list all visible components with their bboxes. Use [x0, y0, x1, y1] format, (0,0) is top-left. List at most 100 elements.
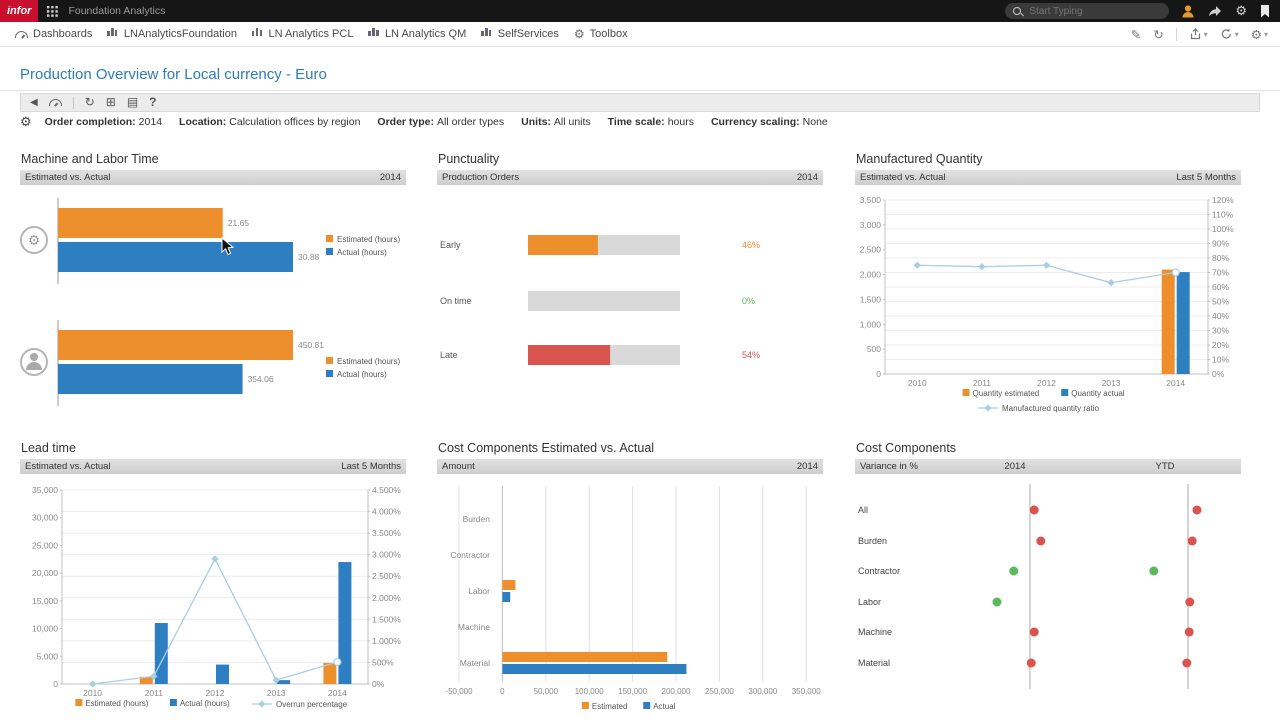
infor-logo[interactable]: infor: [0, 0, 38, 22]
filter-label: Order completion:: [45, 116, 136, 128]
tab-selfservices[interactable]: SelfServices: [481, 28, 559, 40]
svg-text:90%: 90%: [1212, 239, 1229, 249]
share-icon[interactable]: [1208, 5, 1222, 17]
panel-header-right: Last 5 Months: [1176, 172, 1236, 183]
panel-header: Estimated vs. Actual Last 5 Months: [855, 170, 1241, 185]
filter-units[interactable]: Units:All units: [521, 116, 591, 128]
svg-text:2014: 2014: [328, 688, 347, 698]
svg-text:300,000: 300,000: [748, 687, 777, 696]
search-icon: [1013, 7, 1021, 15]
svg-text:2013: 2013: [1102, 378, 1121, 388]
svg-text:2012: 2012: [1037, 378, 1056, 388]
sync-menu[interactable]: ▾: [1220, 28, 1239, 40]
svg-text:0: 0: [53, 679, 58, 689]
user-icon[interactable]: [1181, 4, 1195, 18]
lead-time-chart: 05,00010,00015,00020,00025,00030,00035,0…: [20, 474, 406, 714]
panel-header-left: Variance in %: [860, 461, 918, 472]
svg-text:Quantity estimated: Quantity estimated: [973, 389, 1040, 398]
svg-text:3.000%: 3.000%: [372, 550, 401, 560]
divider: [73, 97, 74, 109]
svg-text:4.500%: 4.500%: [372, 485, 401, 495]
svg-text:1.000%: 1.000%: [372, 636, 401, 646]
svg-text:2011: 2011: [145, 688, 164, 698]
svg-text:100,000: 100,000: [575, 687, 604, 696]
svg-text:15,000: 15,000: [32, 596, 58, 606]
svg-text:30,000: 30,000: [32, 513, 58, 523]
filter-label: Units:: [521, 116, 551, 128]
svg-text:60%: 60%: [1212, 282, 1229, 292]
filter-order-completion[interactable]: Order completion:2014: [45, 116, 162, 128]
svg-text:46%: 46%: [742, 240, 760, 250]
svg-text:50%: 50%: [1212, 297, 1229, 307]
filter-currency-scaling[interactable]: Currency scaling:None: [711, 116, 828, 128]
refresh-icon[interactable]: ↻: [85, 94, 95, 111]
panel-header: Production Orders 2014: [437, 170, 823, 185]
help-icon[interactable]: ?: [149, 94, 156, 111]
settings-menu[interactable]: ⚙ ▾: [1251, 27, 1268, 42]
refresh-icon[interactable]: ↻: [1153, 27, 1163, 42]
tab-ln-analytics-qm[interactable]: LN Analytics QM: [368, 28, 466, 40]
svg-text:Actual (hours): Actual (hours): [337, 248, 387, 257]
bookmark-icon[interactable]: [1260, 5, 1270, 18]
settings-icon[interactable]: ⚙: [1235, 0, 1247, 22]
svg-text:2011: 2011: [973, 378, 992, 388]
tab-ln-analytics-foundation[interactable]: LNAnalyticsFoundation: [107, 28, 237, 40]
svg-text:Contractor: Contractor: [450, 550, 490, 560]
app-menu-icon[interactable]: [47, 6, 58, 17]
svg-text:Quantity actual: Quantity actual: [1071, 389, 1125, 398]
svg-text:70%: 70%: [1212, 268, 1229, 278]
panel-cost-components-variance: Cost Components Variance in % 2014 YTD A…: [855, 441, 1241, 714]
tab-dashboards[interactable]: Dashboards: [15, 28, 92, 40]
chart-toolbar: ◀ ↻ ⊞ ▤ ?: [20, 93, 1260, 112]
filter-value: Calculation offices by region: [229, 116, 360, 128]
panel-header-left: Estimated vs. Actual: [25, 172, 111, 183]
tab-ln-analytics-pcl[interactable]: LN Analytics PCL: [252, 28, 353, 40]
edit-icon[interactable]: ✎: [1131, 27, 1141, 42]
panel-header-left: Amount: [442, 461, 475, 472]
divider: [0, 90, 1280, 91]
export-grid-icon[interactable]: ▤: [127, 94, 138, 111]
search-input[interactable]: [1027, 5, 1143, 18]
filter-order-type[interactable]: Order type:All order types: [377, 116, 504, 128]
svg-text:Burden: Burden: [858, 536, 887, 546]
search-box[interactable]: [1005, 3, 1169, 19]
svg-text:Burden: Burden: [463, 514, 491, 524]
panel-header: Estimated vs. Actual 2014: [20, 170, 406, 185]
menubar-actions: ✎ ↻ ▾ ▾ ⚙ ▾: [1131, 27, 1268, 42]
panel-header: Variance in % 2014 YTD: [855, 459, 1241, 474]
filter-settings-icon[interactable]: ⚙: [20, 114, 32, 130]
back-icon[interactable]: ◀: [30, 94, 38, 111]
app-title: Foundation Analytics: [68, 5, 165, 17]
svg-text:150,000: 150,000: [618, 687, 647, 696]
export-menu[interactable]: ▾: [1189, 28, 1208, 40]
filter-label: Currency scaling:: [711, 116, 800, 128]
tab-toolbox[interactable]: ⚙ Toolbox: [574, 28, 628, 40]
svg-text:350,000: 350,000: [792, 687, 821, 696]
svg-text:4.000%: 4.000%: [372, 507, 401, 517]
filter-label: Location:: [179, 116, 226, 128]
svg-text:3,500: 3,500: [860, 195, 882, 205]
column-2014: 2014: [990, 461, 1040, 472]
page-title: Production Overview for Local currency -…: [20, 66, 327, 83]
filter-location[interactable]: Location:Calculation offices by region: [179, 116, 360, 128]
tab-label: SelfServices: [498, 28, 559, 40]
filter-value: All units: [554, 116, 591, 128]
menubar: Dashboards LNAnalyticsFoundation LN Anal…: [0, 22, 1280, 47]
svg-text:Early: Early: [440, 240, 461, 250]
dashboard-icon[interactable]: [49, 99, 62, 106]
svg-text:500: 500: [867, 344, 881, 354]
svg-text:Estimated (hours): Estimated (hours): [337, 235, 400, 244]
filter-value: hours: [668, 116, 694, 128]
svg-text:3.500%: 3.500%: [372, 528, 401, 538]
panel-header-left: Estimated vs. Actual: [860, 172, 946, 183]
svg-text:10,000: 10,000: [32, 624, 58, 634]
svg-text:⚙: ⚙: [28, 232, 41, 248]
svg-text:50,000: 50,000: [534, 687, 559, 696]
export-table-icon[interactable]: ⊞: [106, 94, 116, 111]
svg-text:Estimated (hours): Estimated (hours): [85, 699, 148, 708]
topbar-icons: ⚙: [1181, 0, 1270, 22]
filter-time-scale[interactable]: Time scale:hours: [608, 116, 694, 128]
punctuality-chart: Early46%On time0%Late54%: [437, 185, 823, 431]
filter-value: None: [803, 116, 828, 128]
gear-icon: ⚙: [574, 29, 585, 39]
